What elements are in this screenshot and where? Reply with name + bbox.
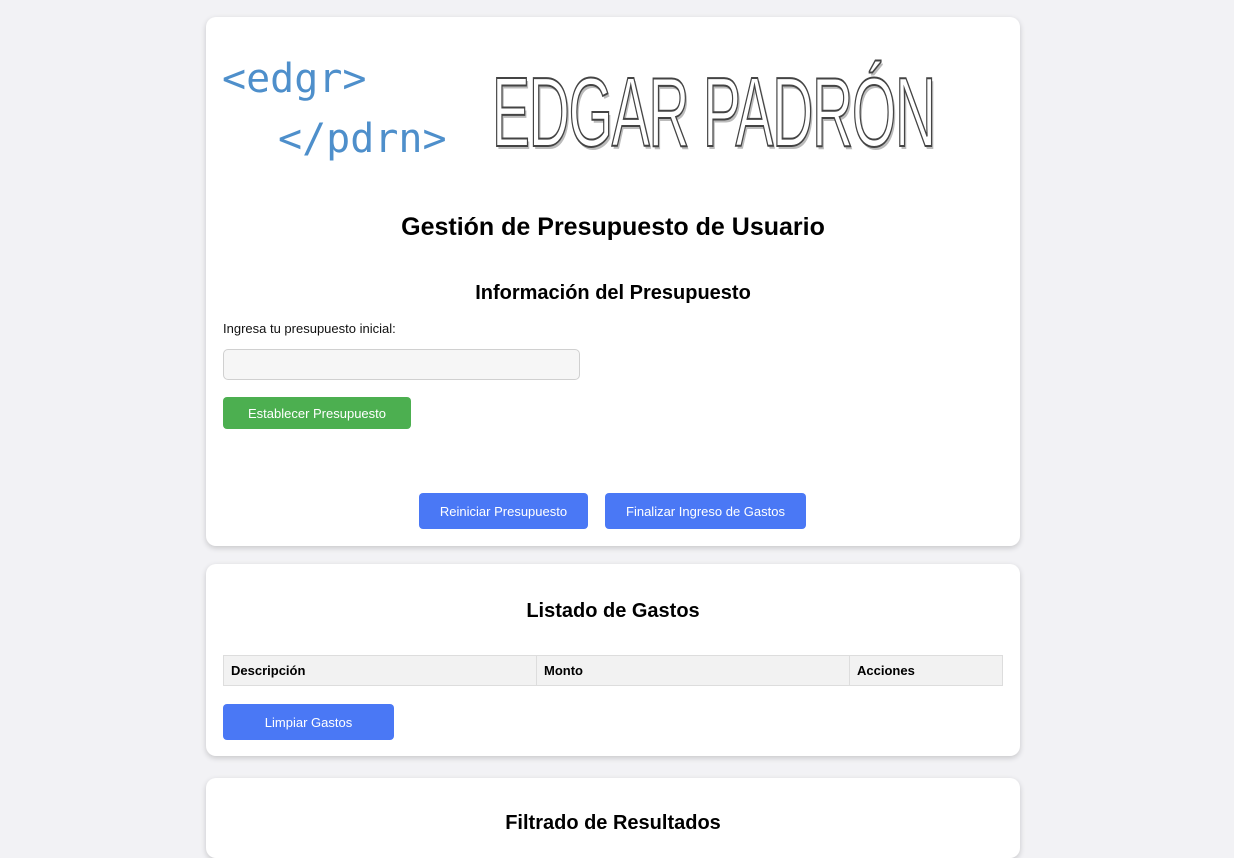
column-header-description: Descripción (223, 655, 537, 686)
logo-code-close: </pdrn> (278, 116, 447, 162)
expenses-heading: Listado de Gastos (526, 600, 700, 622)
finish-expenses-button[interactable]: Finalizar Ingreso de Gastos (605, 493, 806, 529)
column-header-actions: Acciones (849, 655, 1003, 686)
logo-name: EDGAR PADRÓN (491, 57, 936, 167)
expenses-table-header: Descripción Monto Acciones (223, 655, 1003, 686)
filter-heading: Filtrado de Resultados (505, 812, 721, 834)
column-header-amount: Monto (536, 655, 850, 686)
reset-budget-button[interactable]: Reiniciar Presupuesto (419, 493, 588, 529)
budget-info-heading: Información del Presupuesto (475, 282, 751, 304)
budget-card: <edgr> </pdrn> EDGAR PADRÓN Gestión de P… (206, 17, 1020, 546)
budget-input[interactable] (223, 349, 580, 380)
page-title: Gestión de Presupuesto de Usuario (401, 213, 825, 241)
clear-expenses-button[interactable]: Limpiar Gastos (223, 704, 394, 740)
budget-input-label: Ingresa tu presupuesto inicial: (223, 321, 396, 336)
expenses-card: Listado de Gastos Descripción Monto Acci… (206, 564, 1020, 756)
logo-code-open: <edgr> (222, 56, 367, 102)
expenses-table: Descripción Monto Acciones (223, 655, 1003, 686)
filter-card: Filtrado de Resultados (206, 778, 1020, 858)
set-budget-button[interactable]: Establecer Presupuesto (223, 397, 411, 429)
logo: <edgr> </pdrn> EDGAR PADRÓN (222, 53, 1012, 183)
